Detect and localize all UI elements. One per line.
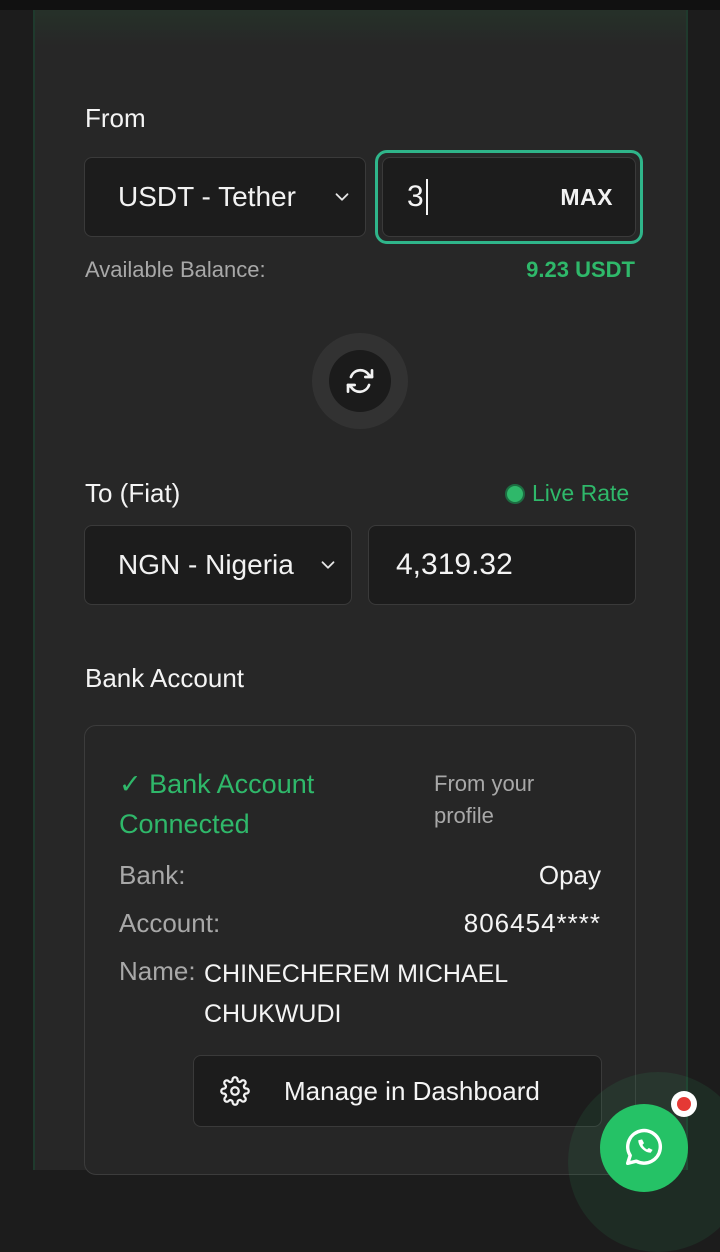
from-amount-focus-ring: 3 MAX	[375, 150, 643, 244]
bank-connected-status: ✓ Bank Account Connected	[119, 769, 315, 839]
manage-in-dashboard-button[interactable]: Manage in Dashboard	[193, 1055, 602, 1127]
to-currency-select[interactable]: NGN - Nigeria	[84, 525, 352, 605]
from-amount-text-wrap: 3	[407, 179, 428, 215]
max-button[interactable]: MAX	[560, 184, 613, 211]
account-key: Account:	[119, 908, 221, 938]
to-fiat-label: To (Fiat)	[85, 478, 181, 508]
manage-button-label: Manage in Dashboard	[284, 1075, 540, 1106]
chevron-down-icon	[335, 193, 349, 201]
from-amount-value: 3	[407, 180, 424, 213]
bank-account-panel: ✓ Bank Account Connected From your profi…	[84, 725, 636, 1175]
live-status-dot-icon	[505, 483, 525, 504]
gear-icon	[220, 1076, 250, 1106]
from-amount-input[interactable]: 3 MAX	[382, 157, 636, 237]
available-balance-label: Available Balance:	[85, 257, 266, 282]
bank-account-label: Bank Account	[85, 663, 244, 693]
notification-dot-icon	[677, 1097, 691, 1111]
to-currency-value: NGN - Nigeria	[118, 549, 294, 580]
notification-badge	[671, 1091, 697, 1117]
refresh-icon	[346, 368, 374, 394]
from-currency-value: USDT - Tether	[118, 181, 296, 212]
bank-source-note: From your profile	[434, 771, 535, 828]
name-value: CHINECHEREM MICHAEL CHUKWUDI	[204, 960, 508, 1028]
top-bar	[0, 0, 720, 10]
available-balance-value: 9.23 USDT	[526, 257, 635, 282]
whatsapp-icon	[625, 1128, 663, 1166]
from-label: From	[85, 103, 146, 133]
name-key: Name:	[119, 956, 196, 986]
text-caret	[425, 179, 428, 215]
live-rate-label: Live Rate	[532, 480, 630, 506]
bank-value: Opay	[538, 860, 601, 890]
fiat-amount-output: 4,319.32	[368, 525, 636, 605]
swap-button[interactable]	[329, 350, 391, 412]
card-top-glow	[35, 10, 686, 46]
account-value: 806454****	[463, 908, 601, 938]
from-currency-select[interactable]: USDT - Tether	[84, 157, 366, 237]
swap-button-halo	[312, 333, 408, 429]
bank-key: Bank:	[119, 860, 186, 890]
whatsapp-chat-button[interactable]	[600, 1104, 688, 1192]
live-rate-indicator: Live Rate	[505, 480, 629, 507]
chevron-down-icon	[321, 561, 335, 569]
